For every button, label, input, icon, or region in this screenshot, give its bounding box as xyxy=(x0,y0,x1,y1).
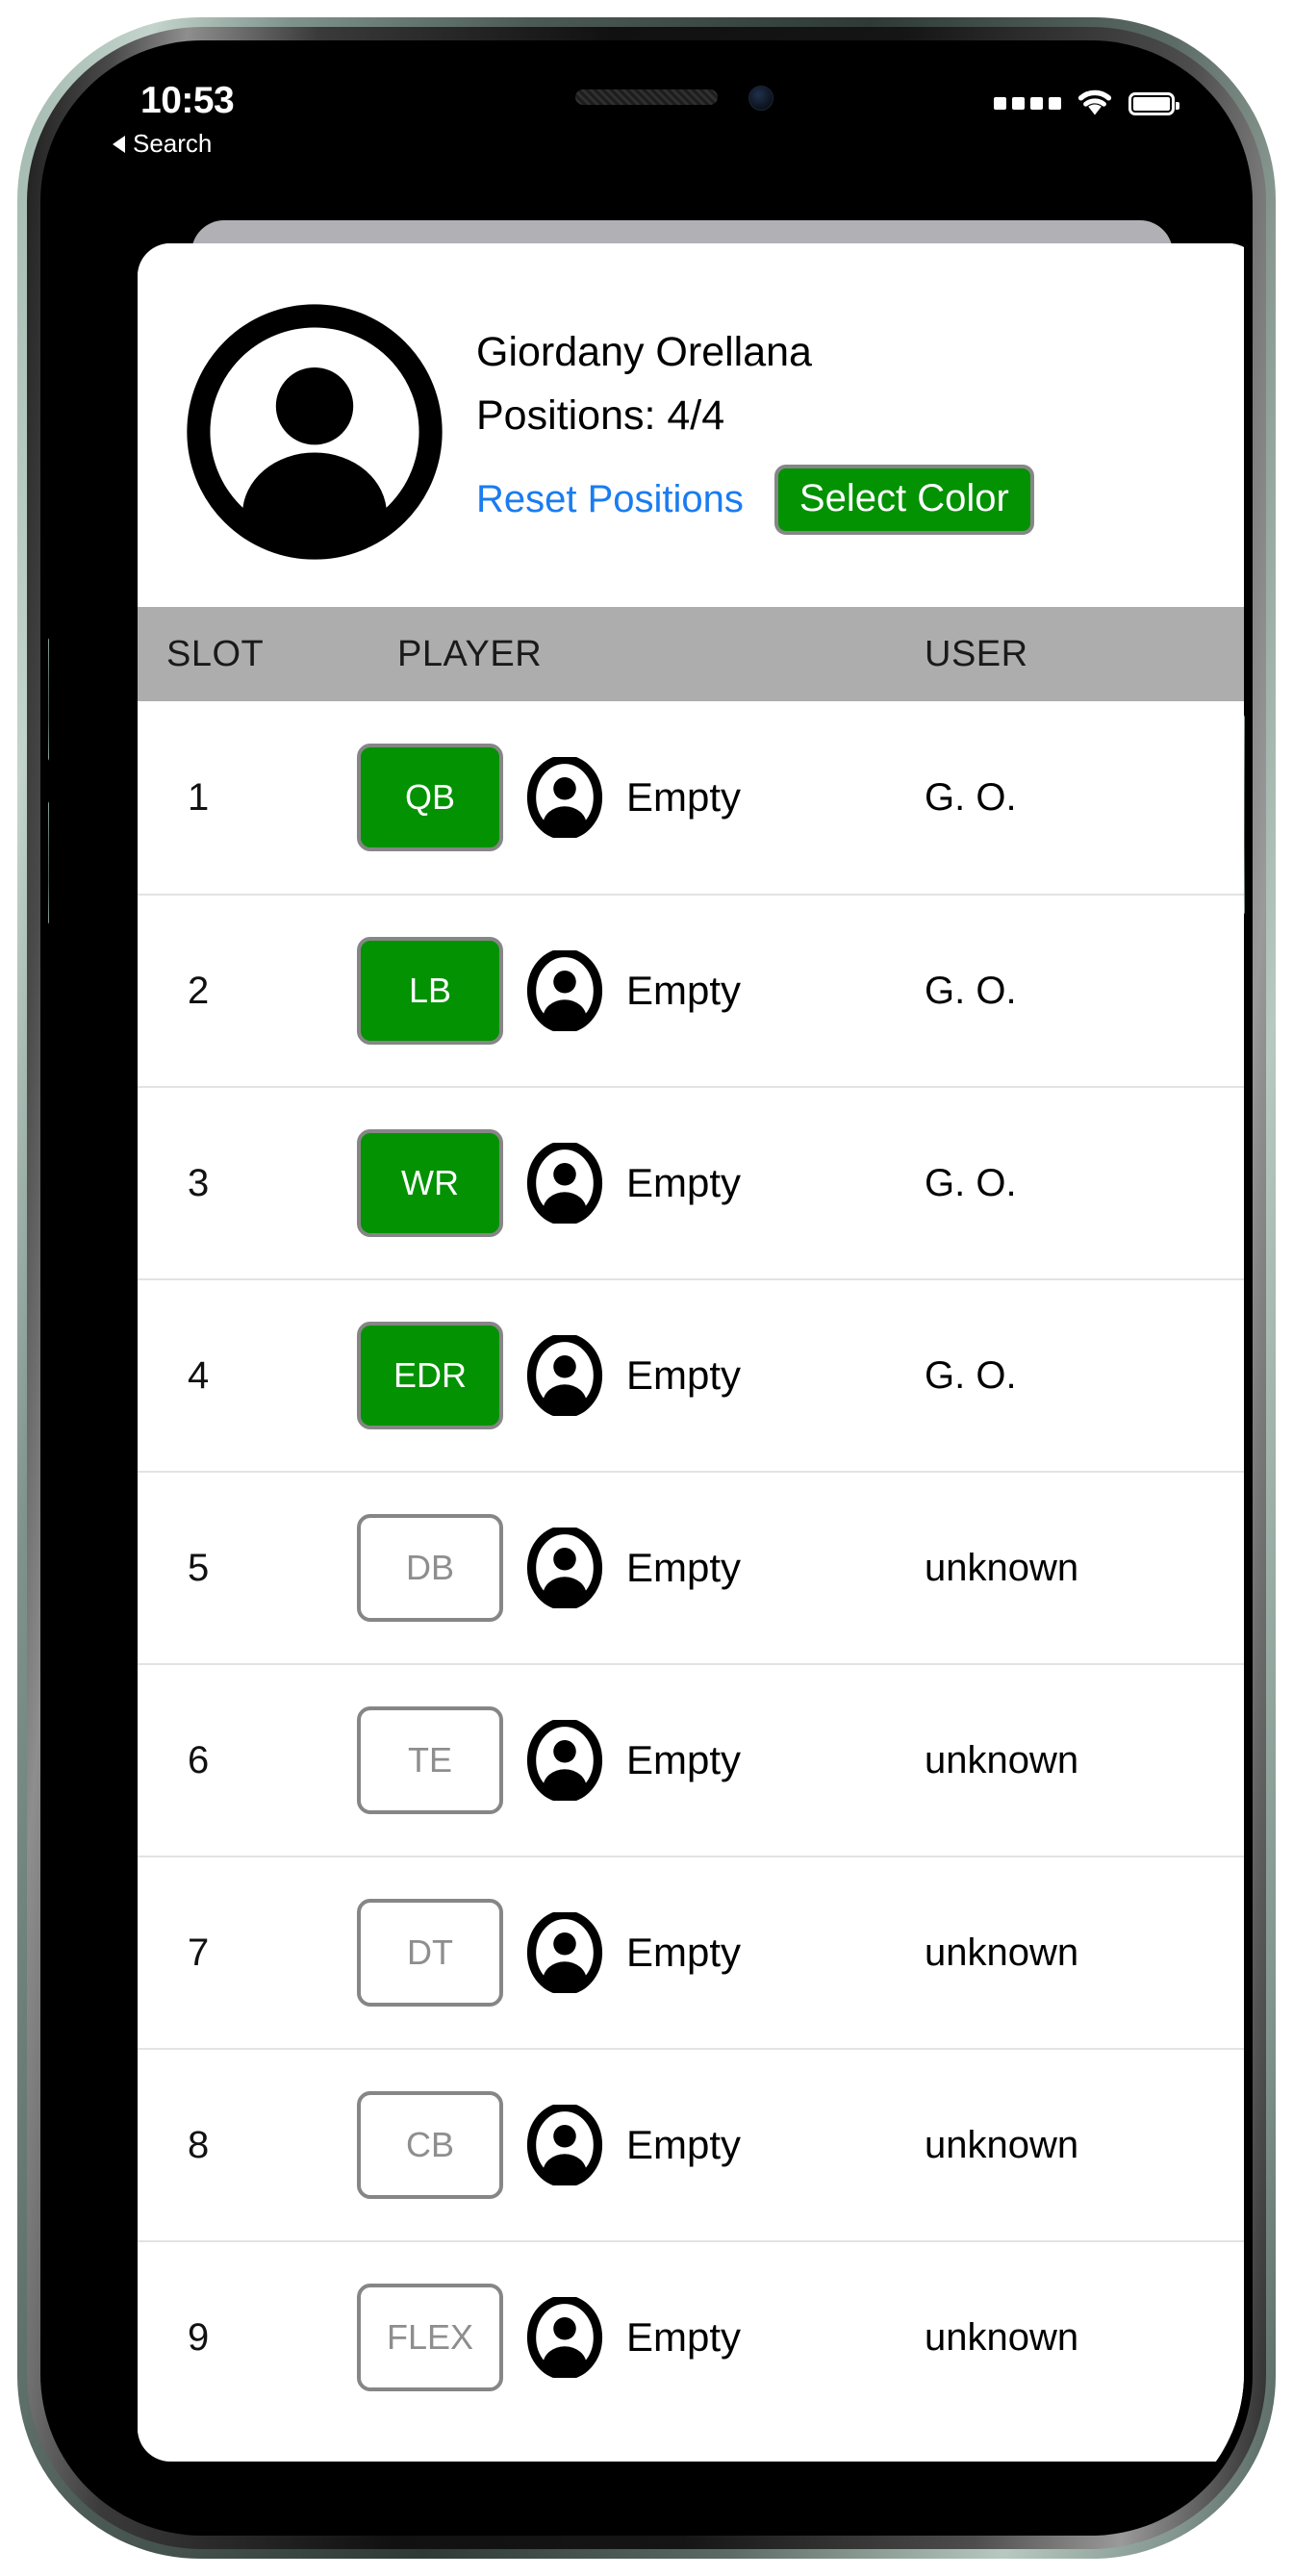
battery-icon xyxy=(1128,91,1179,115)
position-badge[interactable]: CB xyxy=(357,2091,503,2199)
select-color-button[interactable]: Select Color xyxy=(773,464,1034,535)
player-name: Empty xyxy=(626,2314,742,2360)
position-badge[interactable]: LB xyxy=(357,937,503,1045)
slot-number: 4 xyxy=(188,1353,210,1397)
phone-screen: 10:53 Search Giordany Orellana Positions… xyxy=(49,49,1244,2527)
position-badge[interactable]: DT xyxy=(357,1899,503,2007)
table-row[interactable]: 9 FLEX Empty unknown xyxy=(138,2240,1244,2433)
slot-number: 7 xyxy=(188,1931,210,1974)
profile-header: Giordany Orellana Positions: 4/4 Reset P… xyxy=(138,243,1244,607)
profile-positions-count: Positions: 4/4 xyxy=(476,391,725,439)
roster-table-body: 1 QB Empty G. O. 2 LB Empty G. O. 3 WR E… xyxy=(138,701,1244,2433)
slot-number: 9 xyxy=(188,2315,210,2359)
person-avatar-icon xyxy=(524,1525,605,1611)
table-row[interactable]: 1 QB Empty G. O. xyxy=(138,701,1244,894)
player-name: Empty xyxy=(626,1545,742,1590)
player-name: Empty xyxy=(626,774,742,820)
user-name: G. O. xyxy=(925,775,1017,819)
table-row[interactable]: 6 TE Empty unknown xyxy=(138,1663,1244,1856)
position-badge[interactable]: TE xyxy=(357,1706,503,1814)
user-name: unknown xyxy=(925,1738,1079,1781)
wifi-icon xyxy=(1075,86,1115,121)
person-avatar-icon xyxy=(524,1909,605,1996)
back-to-search-link[interactable]: Search xyxy=(113,129,212,159)
slot-number: 2 xyxy=(188,969,210,1012)
slot-number: 1 xyxy=(188,775,210,819)
back-link-label: Search xyxy=(133,129,213,158)
phone-bezel-outer: 10:53 Search Giordany Orellana Positions… xyxy=(27,27,1266,2549)
user-name: unknown xyxy=(925,2123,1079,2166)
profile-name: Giordany Orellana xyxy=(476,329,812,376)
app-sheet: Giordany Orellana Positions: 4/4 Reset P… xyxy=(138,243,1244,2462)
user-name: unknown xyxy=(925,1931,1079,1974)
player-name: Empty xyxy=(626,1930,742,1975)
table-row[interactable]: 3 WR Empty G. O. xyxy=(138,1086,1244,1278)
profile-actions: Reset Positions Select Color xyxy=(476,464,1223,535)
user-name: G. O. xyxy=(925,969,1017,1012)
position-badge[interactable]: EDR xyxy=(357,1322,503,1429)
player-name: Empty xyxy=(626,1352,742,1398)
slot-number: 3 xyxy=(188,1161,210,1204)
earpiece-speaker-icon xyxy=(575,89,718,105)
phone-bezel-inner: 10:53 Search Giordany Orellana Positions… xyxy=(40,40,1253,2536)
table-row[interactable]: 7 DT Empty unknown xyxy=(138,1856,1244,2048)
person-avatar-icon xyxy=(524,2294,605,2381)
table-row[interactable]: 2 LB Empty G. O. xyxy=(138,894,1244,1086)
user-name: G. O. xyxy=(925,1353,1017,1397)
player-name: Empty xyxy=(626,1160,742,1205)
status-indicators xyxy=(994,86,1179,121)
person-avatar-icon xyxy=(186,303,444,561)
table-row[interactable]: 8 CB Empty unknown xyxy=(138,2048,1244,2240)
person-avatar-icon xyxy=(524,947,605,1034)
person-avatar-icon xyxy=(524,1717,605,1804)
player-name: Empty xyxy=(626,968,742,1013)
slot-number: 8 xyxy=(188,2123,210,2166)
front-camera-icon xyxy=(748,86,773,111)
column-header-player: PLAYER xyxy=(397,633,543,674)
phone-device-frame: 10:53 Search Giordany Orellana Positions… xyxy=(17,17,1276,2559)
profile-meta: Giordany Orellana Positions: 4/4 Reset P… xyxy=(476,329,1223,535)
person-avatar-icon xyxy=(524,754,605,841)
player-name: Empty xyxy=(626,2122,742,2167)
position-badge[interactable]: DB xyxy=(357,1514,503,1622)
status-bar: 10:53 Search xyxy=(49,49,1244,163)
table-header-row: SLOT PLAYER USER xyxy=(138,607,1244,701)
person-avatar-icon xyxy=(524,1332,605,1419)
reset-positions-button[interactable]: Reset Positions xyxy=(476,478,744,521)
back-caret-icon xyxy=(113,135,125,153)
user-name: unknown xyxy=(925,2315,1079,2359)
position-badge[interactable]: WR xyxy=(357,1129,503,1237)
user-name: G. O. xyxy=(925,1161,1017,1204)
table-row[interactable]: 5 DB Empty unknown xyxy=(138,1471,1244,1663)
slot-number: 6 xyxy=(188,1738,210,1781)
slot-number: 5 xyxy=(188,1546,210,1589)
user-name: unknown xyxy=(925,1546,1079,1589)
table-row[interactable]: 4 EDR Empty G. O. xyxy=(138,1278,1244,1471)
column-header-slot: SLOT xyxy=(166,633,265,674)
notch xyxy=(420,49,873,118)
column-header-user: USER xyxy=(925,633,1028,674)
position-badge[interactable]: FLEX xyxy=(357,2284,503,2391)
player-name: Empty xyxy=(626,1737,742,1782)
home-indicator[interactable] xyxy=(449,2490,844,2504)
cellular-signal-icon xyxy=(994,97,1061,110)
status-time: 10:53 xyxy=(140,80,235,121)
person-avatar-icon xyxy=(524,1140,605,1226)
person-avatar-icon xyxy=(524,2102,605,2188)
position-badge[interactable]: QB xyxy=(357,744,503,851)
